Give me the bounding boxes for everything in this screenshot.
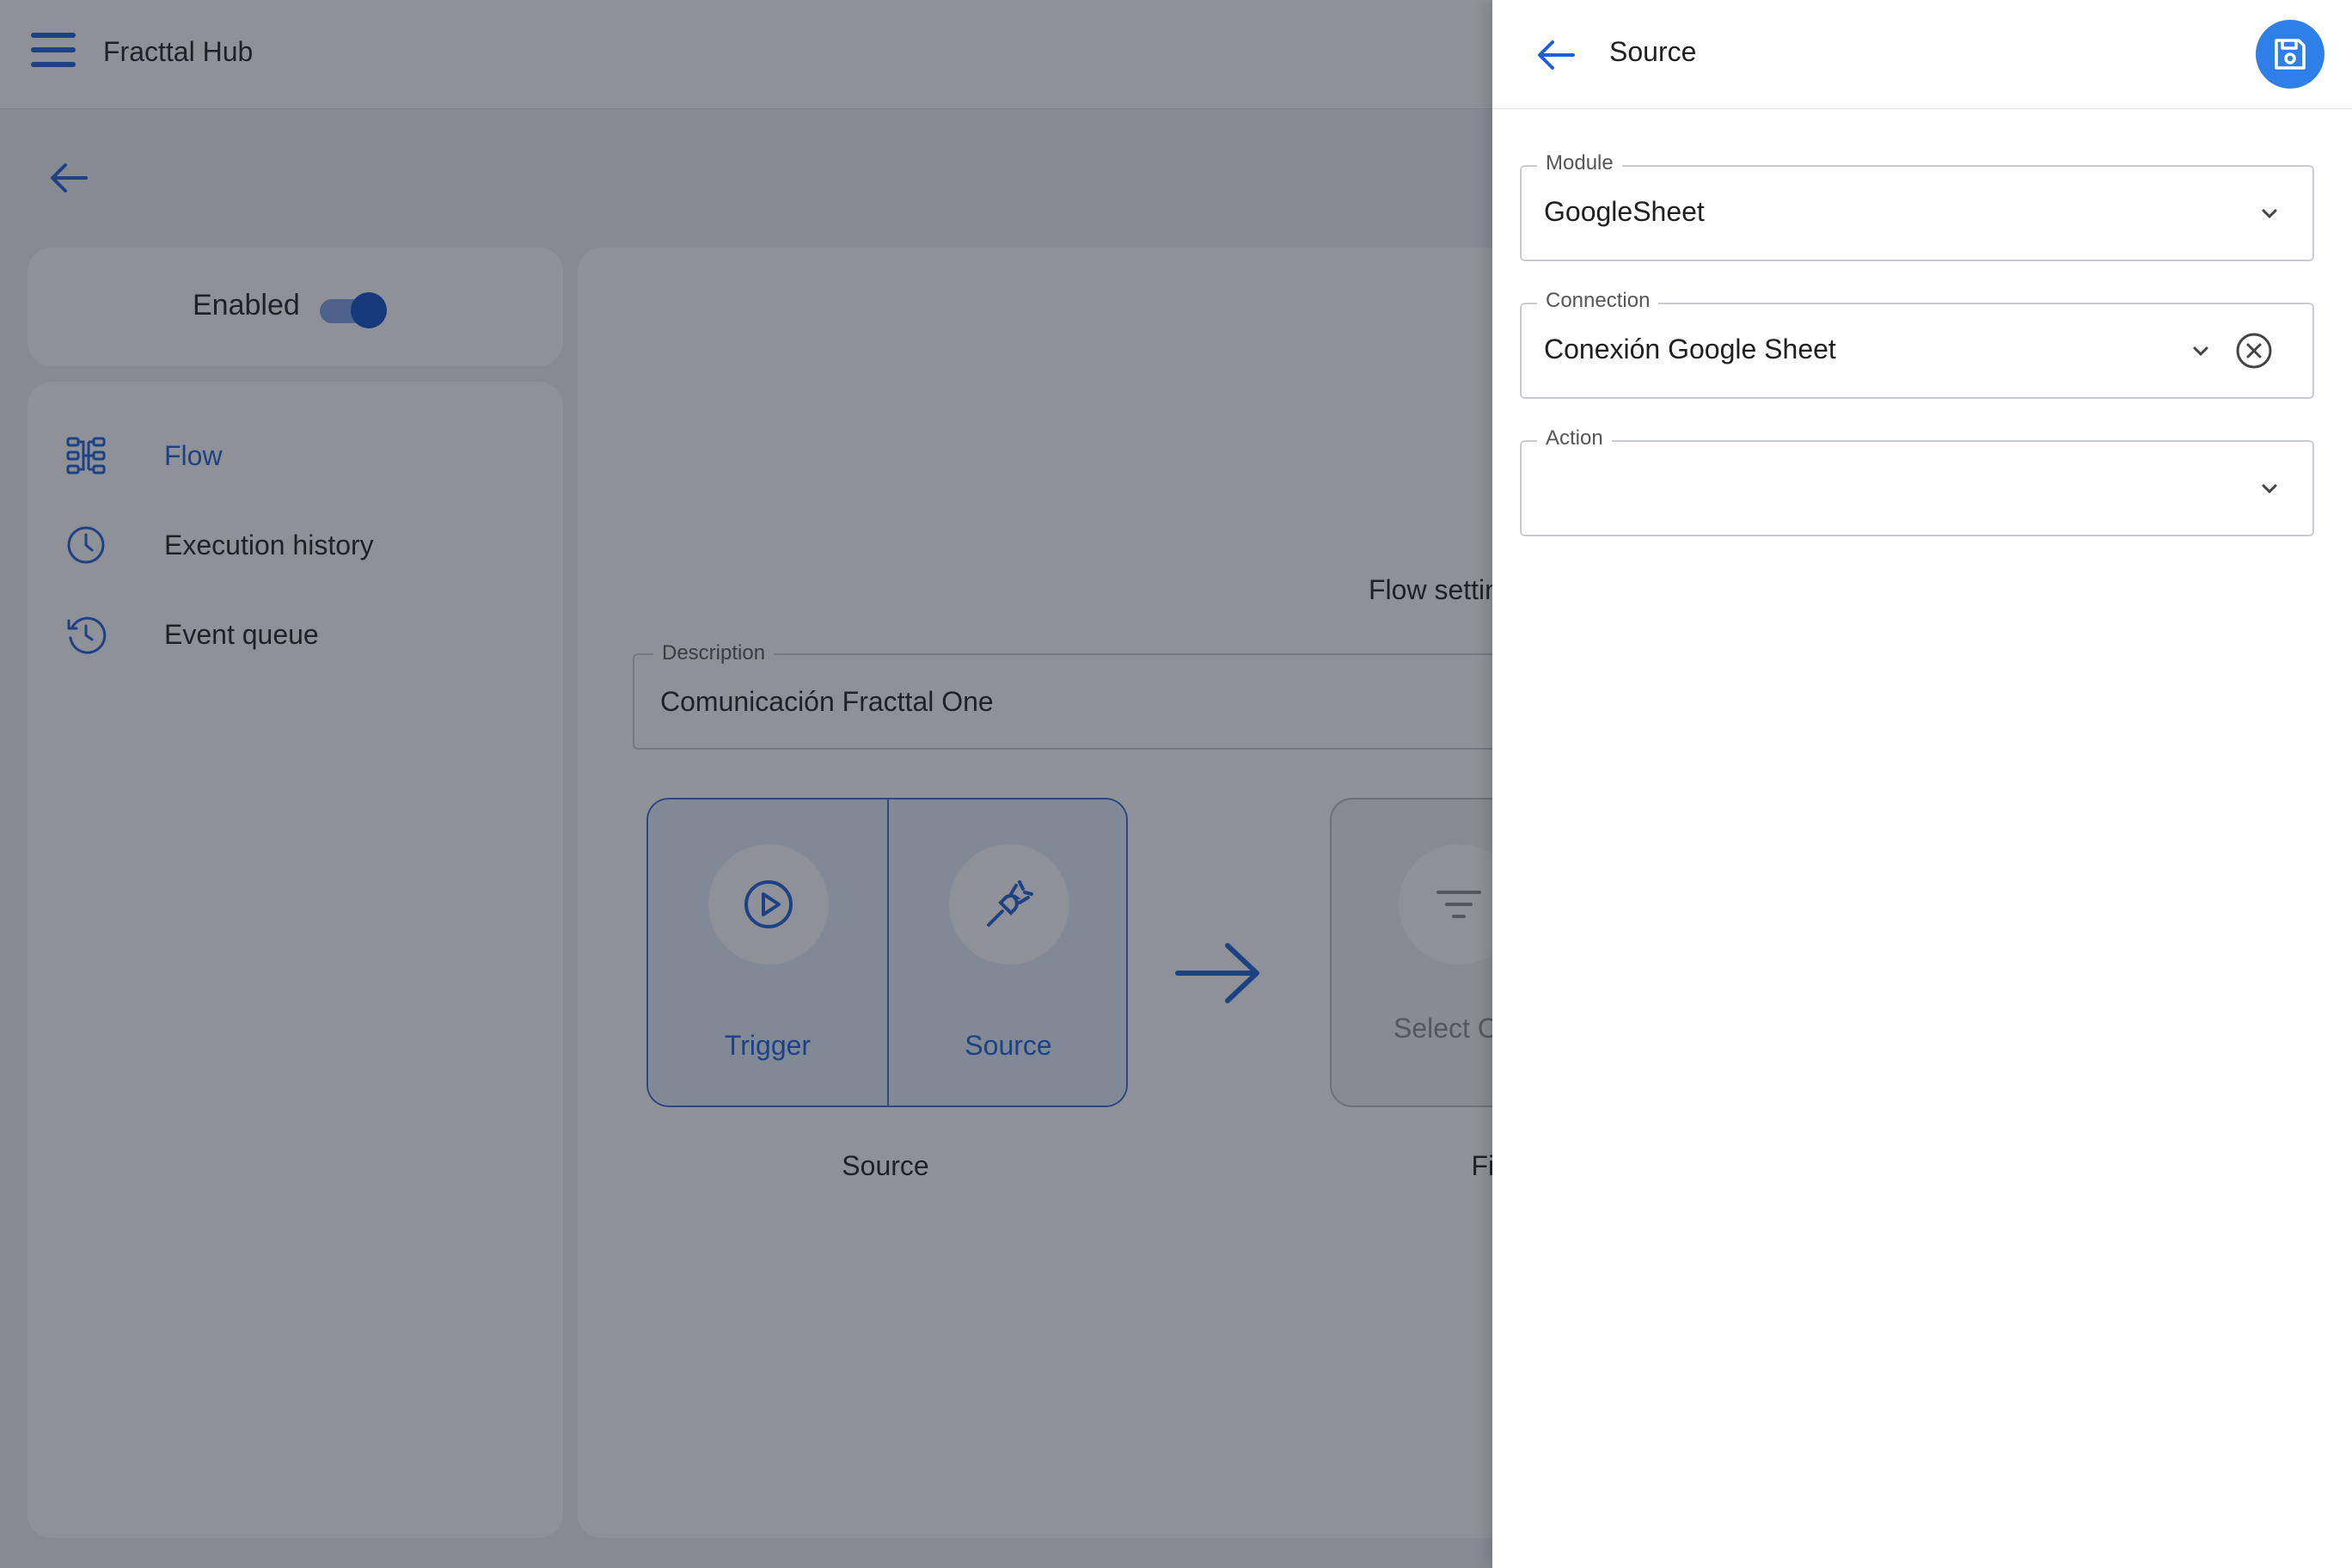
connection-label: Connection xyxy=(1537,289,1659,313)
modal-scrim[interactable] xyxy=(0,0,1492,1568)
action-label: Action xyxy=(1537,426,1612,450)
action-select[interactable]: Action xyxy=(1520,426,2314,536)
source-drawer: Source Module GoogleSheet Connection Con… xyxy=(1492,0,2352,1568)
module-label: Module xyxy=(1537,151,1622,175)
drawer-title: Source xyxy=(1609,36,1697,67)
module-select[interactable]: Module GoogleSheet xyxy=(1520,151,2314,261)
chevron-down-icon[interactable] xyxy=(2257,476,2282,500)
chevron-down-icon[interactable] xyxy=(2257,201,2282,225)
save-button[interactable] xyxy=(2256,20,2324,89)
connection-select[interactable]: Connection Conexión Google Sheet xyxy=(1520,289,2314,399)
close-circle-icon[interactable] xyxy=(2235,332,2273,370)
chevron-down-icon[interactable] xyxy=(2189,339,2213,363)
drawer-header: Source xyxy=(1492,0,2352,109)
module-value: GoogleSheet xyxy=(1544,196,1705,227)
floppy-disk-icon xyxy=(2275,39,2306,70)
drawer-back-arrow-left-icon[interactable] xyxy=(1535,38,1577,72)
connection-value: Conexión Google Sheet xyxy=(1544,334,1836,364)
